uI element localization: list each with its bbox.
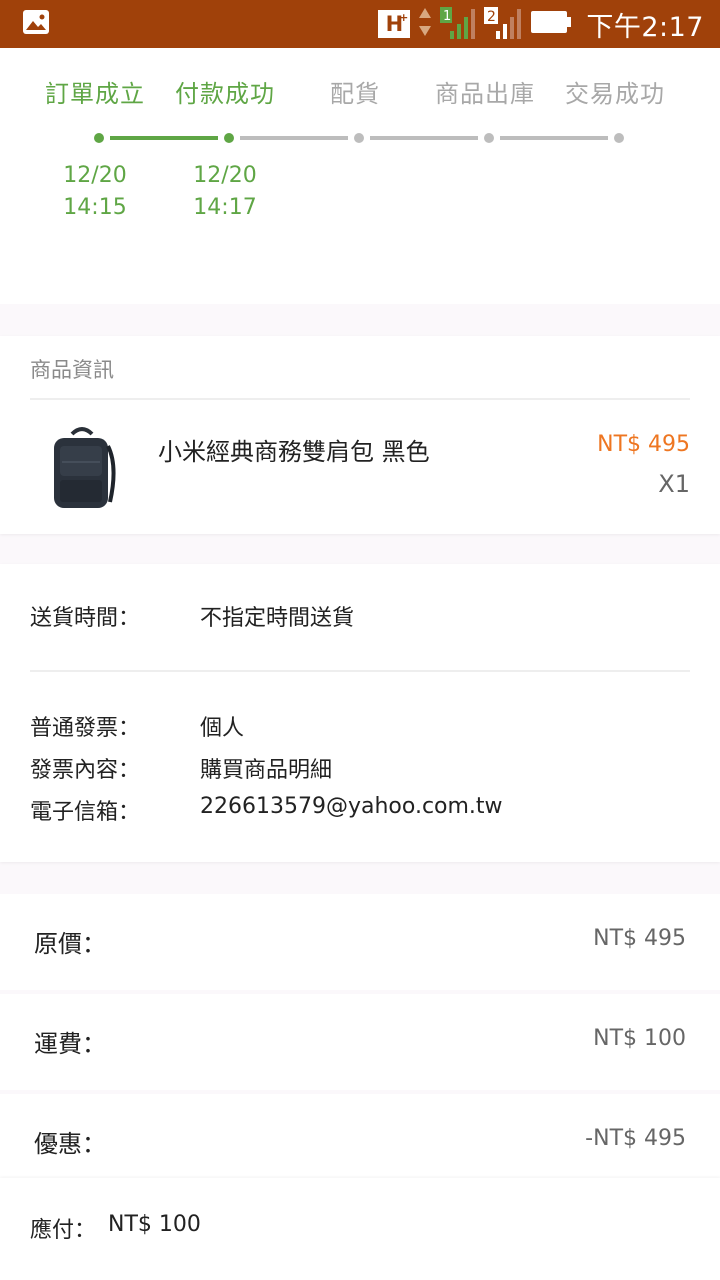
svg-text:2: 2 xyxy=(487,9,496,25)
shipping-fee-label: 運費： xyxy=(34,1030,106,1058)
invoice-type-label: 普通發票： xyxy=(30,716,141,741)
shipping-fee-value: NT$ 100 xyxy=(593,1026,686,1051)
email-value: 226613579@yahoo.com.tw xyxy=(200,794,503,819)
step-date: 12/20 xyxy=(193,163,257,188)
clock: 下午2:17 xyxy=(586,11,704,43)
step-label-payment-success: 付款成功 xyxy=(175,80,275,108)
order-info-card: 送貨時間： 不指定時間送貨 普通發票： 個人 發票內容： 購買商品明細 電子信箱… xyxy=(0,564,720,862)
payable-label: 應付： xyxy=(30,1218,97,1243)
step-label-allocation: 配貨 xyxy=(330,80,380,108)
original-price-value: NT$ 495 xyxy=(593,926,686,951)
email-label: 電子信箱： xyxy=(30,800,141,825)
divider xyxy=(30,670,690,672)
signal-bars-icon: 1 xyxy=(440,5,476,43)
delivery-time-label: 送貨時間： xyxy=(30,606,141,631)
discount-value: -NT$ 495 xyxy=(585,1126,686,1151)
divider xyxy=(30,398,690,400)
signal-arrows-icon xyxy=(418,6,432,42)
status-bar: H + 1 2 下午2:17 xyxy=(0,0,720,48)
product-quantity: X1 xyxy=(658,470,690,498)
product-section-title: 商品資訊 xyxy=(30,358,114,382)
step-dot-2 xyxy=(224,133,234,143)
invoice-content-value: 購買商品明細 xyxy=(200,758,333,783)
product-price: NT$ 495 xyxy=(597,432,690,457)
step-date: 12/20 xyxy=(63,163,127,188)
image-icon xyxy=(22,9,50,39)
payable-bar: 應付： NT$ 100 xyxy=(0,1178,720,1280)
battery-icon xyxy=(530,9,572,39)
network-type-icon: H + xyxy=(378,10,411,38)
discount-row: 優惠： -NT$ 495 xyxy=(0,1094,720,1190)
original-price-label: 原價： xyxy=(34,930,106,958)
step-label-completed: 交易成功 xyxy=(565,80,665,108)
step-timestamp-1: 12/20 14:15 xyxy=(30,160,160,224)
step-dot-1 xyxy=(94,133,104,143)
sim2-signal-icon: 2 xyxy=(484,5,522,43)
original-price-row: 原價： NT$ 495 xyxy=(0,894,720,990)
product-card[interactable]: 商品資訊 小米經典商務雙肩包 黑色 NT$ 495 X1 xyxy=(0,336,720,534)
track-segment-2 xyxy=(240,136,348,140)
backpack-image[interactable] xyxy=(44,426,120,512)
step-timestamp-2: 12/20 14:17 xyxy=(160,160,290,224)
shipping-fee-row: 運費： NT$ 100 xyxy=(0,994,720,1090)
step-label-order-placed: 訂單成立 xyxy=(45,80,145,108)
progress-track xyxy=(0,130,720,146)
delivery-time-value: 不指定時間送貨 xyxy=(200,606,355,631)
payable-value: NT$ 100 xyxy=(108,1212,201,1237)
step-dot-4 xyxy=(484,133,494,143)
step-label-shipped: 商品出庫 xyxy=(435,80,535,108)
track-segment-1 xyxy=(110,136,218,140)
track-segment-3 xyxy=(370,136,478,140)
step-dot-3 xyxy=(354,133,364,143)
track-segment-4 xyxy=(500,136,608,140)
invoice-type-value: 個人 xyxy=(200,716,245,741)
step-time: 14:17 xyxy=(193,195,257,220)
svg-text:1: 1 xyxy=(443,9,451,24)
product-name[interactable]: 小米經典商務雙肩包 黑色 xyxy=(158,432,430,467)
step-time: 14:15 xyxy=(63,195,127,220)
order-progress: 訂單成立 付款成功 配貨 商品出庫 交易成功 12/20 14:15 12/20… xyxy=(0,48,720,304)
invoice-content-label: 發票內容： xyxy=(30,758,141,783)
step-dot-5 xyxy=(614,133,624,143)
discount-label: 優惠： xyxy=(34,1130,106,1158)
